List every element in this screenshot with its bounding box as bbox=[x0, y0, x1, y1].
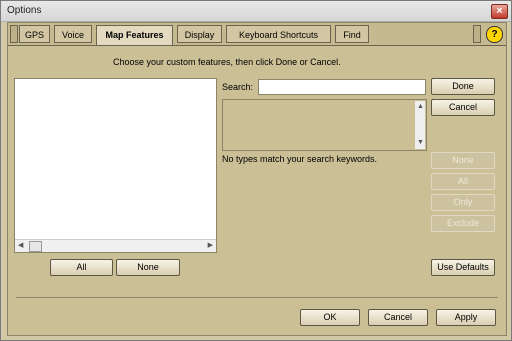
window-title: Options bbox=[7, 5, 42, 16]
apply-button[interactable]: Apply bbox=[436, 309, 496, 326]
footer-divider bbox=[16, 297, 498, 298]
ok-button[interactable]: OK bbox=[300, 309, 360, 326]
all-side-button[interactable]: All bbox=[431, 173, 495, 190]
results-vertical-scrollbar[interactable]: ▲ ▼ bbox=[415, 101, 425, 149]
horizontal-scrollbar[interactable]: ◀ ▶ bbox=[15, 239, 216, 252]
help-icon[interactable]: ? bbox=[486, 26, 503, 43]
scroll-left-icon[interactable]: ◀ bbox=[18, 240, 23, 252]
list-none-button[interactable]: None bbox=[116, 259, 180, 276]
title-bar: Options × bbox=[1, 1, 511, 22]
scroll-right-icon[interactable]: ▶ bbox=[208, 240, 213, 252]
tab-display[interactable]: Display bbox=[177, 25, 222, 43]
none-side-button[interactable]: None bbox=[431, 152, 495, 169]
tab-voice[interactable]: Voice bbox=[54, 25, 92, 43]
search-label: Search: bbox=[222, 82, 254, 92]
scroll-down-icon[interactable]: ▼ bbox=[417, 137, 424, 149]
tab-find[interactable]: Find bbox=[335, 25, 369, 43]
feature-list[interactable]: ◀ ▶ bbox=[14, 78, 217, 253]
tab-scroll-left-button[interactable] bbox=[10, 25, 18, 43]
tab-scroll-right-button[interactable] bbox=[473, 25, 481, 43]
dialog-frame: GPS Voice Map Features Display Keyboard … bbox=[7, 22, 507, 336]
search-results-area: ▲ ▼ bbox=[222, 99, 427, 151]
scroll-thumb[interactable] bbox=[29, 241, 42, 252]
use-defaults-button[interactable]: Use Defaults bbox=[431, 259, 495, 276]
done-button[interactable]: Done bbox=[431, 78, 495, 95]
cancel-button[interactable]: Cancel bbox=[368, 309, 428, 326]
tab-gps[interactable]: GPS bbox=[19, 25, 50, 43]
search-input[interactable] bbox=[258, 79, 426, 95]
list-all-button[interactable]: All bbox=[50, 259, 113, 276]
only-button[interactable]: Only bbox=[431, 194, 495, 211]
options-window: Options × GPS Voice Map Features Display… bbox=[0, 0, 512, 341]
scroll-up-icon[interactable]: ▲ bbox=[417, 101, 424, 113]
cancel-side-button[interactable]: Cancel bbox=[431, 99, 495, 116]
tab-map-features[interactable]: Map Features bbox=[96, 25, 173, 45]
close-button[interactable]: × bbox=[491, 4, 508, 19]
results-message: No types match your search keywords. bbox=[222, 154, 378, 164]
exclude-button[interactable]: Exclude bbox=[431, 215, 495, 232]
tab-bar: GPS Voice Map Features Display Keyboard … bbox=[8, 23, 506, 46]
instruction-text: Choose your custom features, then click … bbox=[113, 57, 341, 67]
tab-keyboard-shortcuts[interactable]: Keyboard Shortcuts bbox=[226, 25, 331, 43]
